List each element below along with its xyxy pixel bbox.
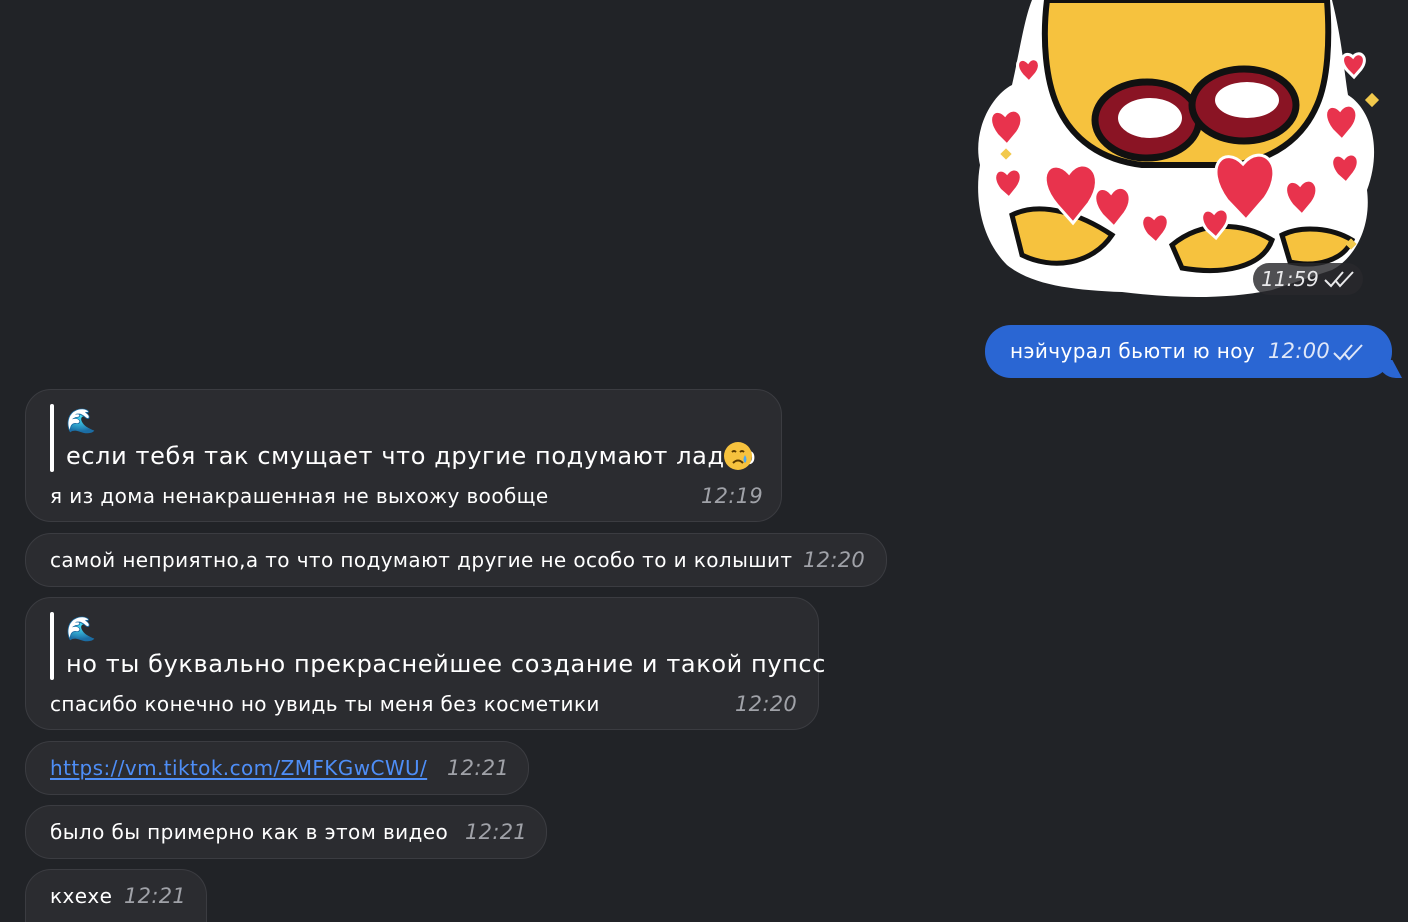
reply-quote-text[interactable]: если тебя так смущает что другие подумаю… (66, 442, 756, 470)
message-text: кхехе (50, 884, 113, 908)
message-time: 12:20 (735, 692, 798, 716)
message-text: нэйчурал бьюти ю ноу (1010, 339, 1256, 363)
message-text: самой неприятно,а то что подумают другие… (50, 548, 793, 572)
tiktok-link[interactable]: https://vm.tiktok.com/ZMFKGwCWU/ (50, 756, 427, 780)
outgoing-message[interactable]: нэйчурал бьюти ю ноу 12:00 (985, 325, 1392, 378)
incoming-message-with-reply[interactable]: 🌊 но ты буквально прекраснейшее создание… (25, 597, 825, 730)
time-label: 11:59 (1261, 267, 1319, 291)
crying-face-emoji-icon (724, 442, 752, 470)
message-time: 12:21 (124, 884, 187, 908)
message-time: 12:20 (803, 548, 866, 572)
message-text: было бы примерно как в этом видео (50, 820, 449, 844)
message-time: 12:21 (465, 820, 528, 844)
message-time: 12:19 (701, 484, 764, 508)
sticker-message[interactable] (972, 0, 1392, 300)
message-text: я из дома ненакрашенная не выхожу вообще (50, 484, 549, 508)
wave-emoji-icon: 🌊 (66, 407, 97, 435)
chat-area: 11:59 нэйчурал бьюти ю ноу 12:00 🌊 если … (0, 0, 1408, 922)
wave-emoji-icon: 🌊 (66, 615, 97, 643)
message-time: 12:00 (1268, 339, 1331, 363)
incoming-message[interactable]: кхехе 12:21 (25, 869, 207, 922)
reply-quote-bar (50, 404, 54, 472)
duck-sticker-icon (978, 0, 1380, 297)
message-time: 12:21 (447, 756, 510, 780)
reply-quote-bar (50, 612, 54, 680)
incoming-link-message[interactable]: https://vm.tiktok.com/ZMFKGwCWU/ 12:21 (25, 741, 529, 795)
incoming-message-with-reply[interactable]: 🌊 если тебя так смущает что другие подум… (25, 389, 782, 522)
reply-quote-text[interactable]: но ты буквально прекраснейшее создание и… (66, 650, 826, 678)
incoming-message[interactable]: было бы примерно как в этом видео 12:21 (25, 805, 547, 859)
double-check-icon (1333, 344, 1363, 361)
message-text: спасибо конечно но увидь ты меня без кос… (50, 692, 600, 716)
incoming-message[interactable]: самой неприятно,а то что подумают другие… (25, 533, 887, 587)
double-check-icon (1324, 271, 1354, 288)
sticker-timestamp: 11:59 (1253, 263, 1363, 295)
